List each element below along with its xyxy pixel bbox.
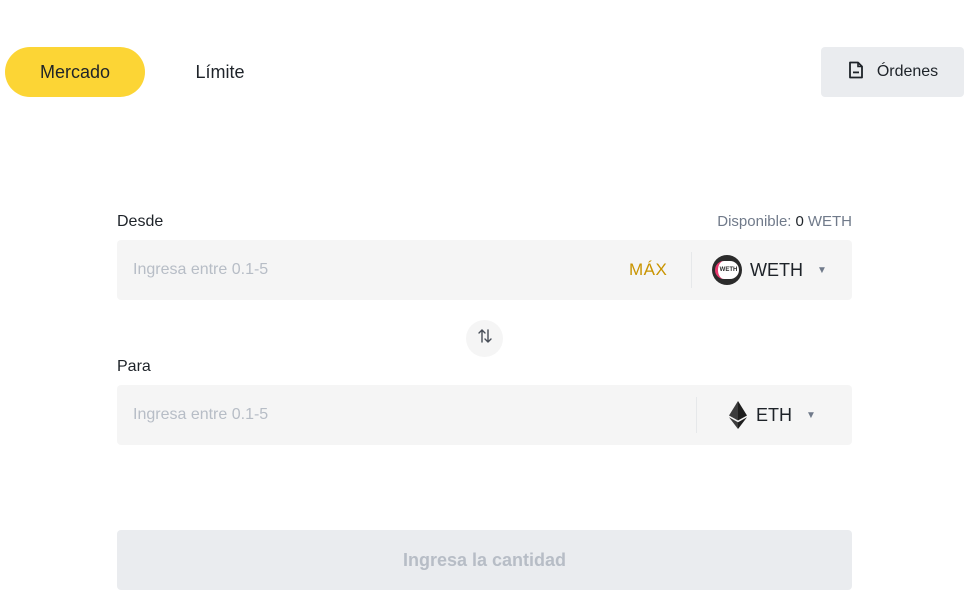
- divider: [696, 397, 697, 433]
- eth-icon: [728, 400, 748, 430]
- swap-direction-button[interactable]: [466, 320, 503, 357]
- document-icon: [847, 61, 865, 84]
- to-amount-input[interactable]: [117, 385, 597, 445]
- orders-label: Órdenes: [876, 63, 939, 80]
- to-label: Para: [117, 358, 151, 375]
- caret-down-icon: ▼: [806, 409, 816, 421]
- from-token-label: WETH: [750, 259, 803, 280]
- orders-button[interactable]: Órdenes: [821, 47, 964, 97]
- available-value: 0: [795, 213, 804, 230]
- from-label: Desde: [117, 213, 164, 230]
- to-field: ETH ▼: [117, 385, 852, 445]
- weth-icon: WETH: [712, 255, 742, 285]
- swap-page: Mercado Límite Órdenes Desde Disponible:…: [0, 0, 968, 610]
- submit-button[interactable]: Ingresa la cantidad: [117, 530, 852, 590]
- swap-arrows-icon: [476, 327, 494, 350]
- tab-limit[interactable]: Límite: [175, 47, 265, 97]
- tab-market[interactable]: Mercado: [5, 47, 145, 97]
- to-token-select[interactable]: ETH ▼: [728, 385, 816, 445]
- divider: [691, 252, 692, 288]
- from-amount-input[interactable]: [117, 240, 597, 300]
- available-balance: Disponible: 0 WETH: [717, 213, 852, 230]
- to-token-label: ETH: [756, 404, 792, 425]
- available-prefix: Disponible:: [717, 213, 792, 230]
- from-token-select[interactable]: WETH WETH ▼: [712, 240, 827, 300]
- max-button[interactable]: MÁX: [629, 240, 667, 300]
- available-unit: WETH: [807, 213, 852, 230]
- caret-down-icon: ▼: [817, 264, 827, 276]
- tab-market-label: Mercado: [39, 61, 111, 82]
- from-field: MÁX WETH WETH ▼: [117, 240, 852, 300]
- tab-limit-label: Límite: [195, 61, 245, 82]
